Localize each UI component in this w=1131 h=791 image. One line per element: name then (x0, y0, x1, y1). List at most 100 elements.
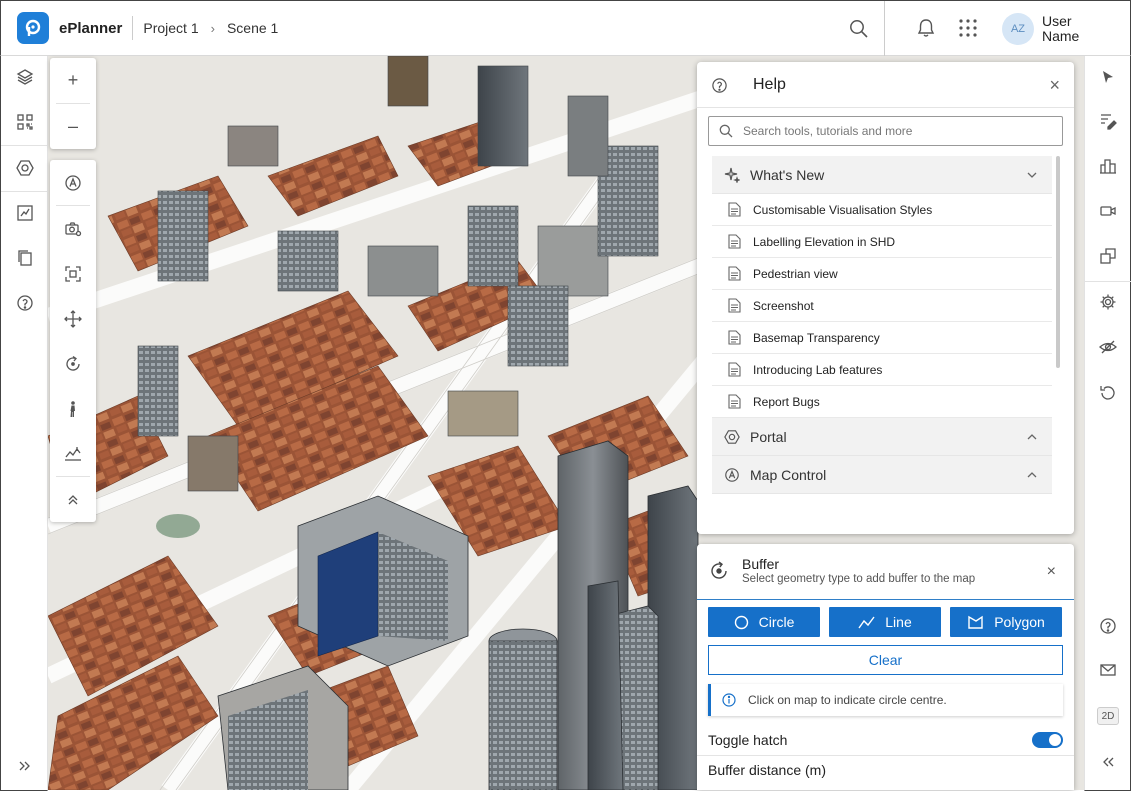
chevron-right-icon: › (210, 20, 215, 36)
list-item[interactable]: Pedestrian view (712, 258, 1052, 290)
avatar[interactable]: AZ (1002, 13, 1034, 45)
section-portal[interactable]: Portal (712, 418, 1052, 456)
document-icon (728, 394, 741, 409)
toggle-hatch-row: Toggle hatch (708, 730, 1063, 750)
rotate-icon (66, 355, 80, 371)
toggle-hatch-switch[interactable] (1032, 732, 1063, 748)
copy-pages-icon[interactable] (13, 246, 37, 270)
notification-bell-icon[interactable] (915, 17, 937, 44)
circle-button[interactable]: Circle (708, 607, 820, 637)
breadcrumb-project[interactable]: Project 1 (143, 20, 198, 36)
expand-double-chevron-icon[interactable] (13, 754, 37, 778)
buffer-rotate-icon (711, 561, 727, 579)
undo-history-icon[interactable] (1096, 381, 1120, 405)
visibility-off-icon[interactable] (1096, 335, 1120, 359)
buffer-subtitle: Select geometry type to add buffer to th… (742, 573, 976, 585)
chevron-up-icon (1027, 434, 1037, 440)
buffer-header: Buffer Select geometry type to add buffe… (697, 544, 1074, 600)
list-item-label: Basemap Transparency (753, 330, 880, 345)
duplicate-icon[interactable] (1096, 244, 1120, 268)
breadcrumb-scene[interactable]: Scene 1 (227, 20, 278, 36)
help-search-box[interactable] (708, 116, 1063, 146)
settings-gear-icon[interactable] (1096, 290, 1120, 314)
document-icon (728, 202, 741, 217)
search-icon[interactable] (845, 15, 873, 43)
map-toolbar-tools (50, 160, 96, 522)
list-item[interactable]: Basemap Transparency (712, 322, 1052, 354)
help-panel: Help × What's New Customisable Visualisa… (697, 62, 1074, 534)
collapse-double-chevron-icon[interactable] (1096, 750, 1120, 774)
top-bar: ePlanner Project 1 › Scene 1 AZ User Nam… (0, 0, 1131, 56)
eplanner-logo-icon[interactable] (17, 12, 49, 44)
polygon-button-label: Polygon (994, 614, 1045, 630)
list-item[interactable]: Introducing Lab features (712, 354, 1052, 386)
app-name: ePlanner (59, 19, 123, 37)
camera-settings-tool[interactable] (50, 206, 96, 251)
minus-icon: – (67, 116, 78, 136)
chevron-up-icon (1027, 472, 1037, 478)
help-scrollbar[interactable] (1056, 156, 1060, 368)
rail-divider (1085, 281, 1131, 282)
camera-gear-icon (65, 221, 82, 236)
user-name[interactable]: User Name (1042, 14, 1102, 44)
compass-a-icon (725, 467, 739, 482)
list-item[interactable]: Screenshot (712, 290, 1052, 322)
document-icon (728, 330, 741, 345)
move-arrows-icon (64, 309, 82, 328)
video-camera-icon[interactable] (1096, 199, 1120, 223)
collapse-toolbar-button[interactable] (50, 477, 96, 522)
info-message: Click on map to indicate circle centre. (708, 684, 1063, 716)
list-item[interactable]: Labelling Elevation in SHD (712, 226, 1052, 258)
help-list: What's New Customisable Visualisation St… (712, 156, 1052, 498)
screen-capture-tool[interactable] (50, 251, 96, 296)
help-title: Help (753, 76, 786, 93)
list-item-label: Screenshot (753, 298, 814, 313)
rotate-tool[interactable] (50, 341, 96, 386)
buffer-title: Buffer (742, 556, 780, 572)
clear-button[interactable]: Clear (708, 645, 1063, 675)
analysis-chart-icon[interactable] (13, 201, 37, 225)
map-control-tool[interactable] (50, 160, 96, 205)
compass-a-icon (65, 174, 81, 191)
pan-tool[interactable] (50, 296, 96, 341)
help-circle-icon[interactable] (1096, 614, 1120, 638)
section-map-control[interactable]: Map Control (712, 456, 1052, 494)
section-whats-new[interactable]: What's New (712, 156, 1052, 194)
line-button[interactable]: Line (829, 607, 941, 637)
zoom-in-button[interactable]: + (50, 58, 96, 103)
list-item[interactable]: Report Bugs (712, 386, 1052, 418)
close-icon[interactable]: × (1049, 76, 1060, 94)
mail-icon[interactable] (1096, 658, 1120, 682)
document-icon (728, 266, 741, 281)
info-text: Click on map to indicate circle centre. (748, 693, 947, 707)
buildings-icon[interactable] (1096, 154, 1120, 178)
right-rail: 2D (1084, 56, 1131, 791)
document-icon (728, 234, 741, 249)
qr-grid-icon[interactable] (13, 110, 37, 134)
cursor-select-icon[interactable] (1096, 65, 1120, 89)
polygon-button[interactable]: Polygon (950, 607, 1062, 637)
document-icon (728, 362, 741, 377)
close-icon[interactable]: × (1047, 563, 1056, 581)
rail-divider (1, 145, 48, 146)
list-item-label: Pedestrian view (753, 266, 838, 281)
section-label: Portal (750, 428, 787, 445)
portal-icon (724, 429, 740, 444)
list-item-label: Introducing Lab features (753, 362, 883, 377)
help-search-input[interactable] (743, 124, 1043, 138)
chevron-down-icon (1027, 172, 1037, 178)
layers-icon[interactable] (13, 65, 37, 89)
buffer-panel: Buffer Select geometry type to add buffe… (697, 544, 1074, 790)
portal-icon[interactable] (13, 156, 37, 180)
view-2d-toggle[interactable]: 2D (1097, 707, 1119, 725)
apps-grid-icon[interactable] (957, 17, 979, 44)
circle-icon (734, 615, 748, 629)
pedestrian-icon (70, 400, 75, 417)
edit-layer-icon[interactable] (1096, 109, 1120, 133)
map-toolbar: + – (50, 58, 96, 149)
list-item[interactable]: Customisable Visualisation Styles (712, 194, 1052, 226)
zoom-out-button[interactable]: – (50, 104, 96, 149)
help-circle-icon[interactable] (13, 291, 37, 315)
elevation-profile-tool[interactable] (50, 431, 96, 476)
pedestrian-view-tool[interactable] (50, 386, 96, 431)
